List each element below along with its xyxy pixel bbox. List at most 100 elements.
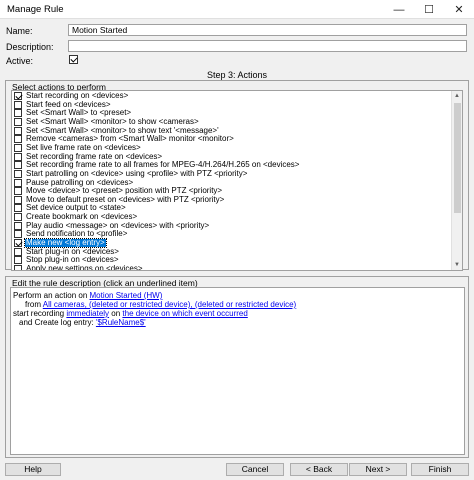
action-label: Set recording frame rate to all frames f… (26, 160, 300, 170)
back-button[interactable]: < Back (290, 463, 348, 476)
action-checkbox[interactable] (14, 221, 22, 230)
action-item[interactable]: Move to default preset on <devices> with… (12, 195, 225, 204)
action-checkbox[interactable] (14, 92, 22, 100)
action-item[interactable]: Apply new settings on <devices> (12, 264, 144, 271)
action-checkbox[interactable] (14, 204, 22, 213)
rule-line-3: start recording immediately on the devic… (13, 309, 462, 318)
scroll-thumb[interactable] (454, 103, 461, 213)
help-button[interactable]: Help (5, 463, 61, 476)
next-button[interactable]: Next > (349, 463, 407, 476)
log-entry-link[interactable]: '$RuleName$' (96, 318, 146, 327)
action-item[interactable]: Pause patrolling on <devices> (12, 178, 134, 187)
action-item[interactable]: Set live frame rate on <devices> (12, 142, 142, 152)
action-item[interactable]: Set <Smart Wall> <monitor> to show text … (12, 125, 220, 135)
action-item[interactable]: Set recording frame rate to all frames f… (12, 160, 300, 170)
rule-line-4-text: and Create log entry: (19, 318, 96, 327)
rule-line-2: from All cameras, (deleted or restricted… (13, 300, 462, 309)
rule-line-1-text: Perform an action on (13, 291, 90, 300)
action-checkbox[interactable] (14, 239, 22, 248)
actions-panel: Select actions to perform Apply new sett… (5, 80, 469, 271)
action-item[interactable]: Remove <cameras> from <Smart Wall> monit… (12, 134, 235, 144)
action-label: Start plug-in on <devices> (26, 246, 119, 256)
name-label: Name: (6, 26, 33, 36)
rule-description-box: Perform an action on Motion Started (HW)… (10, 287, 465, 455)
active-checkbox[interactable] (69, 55, 78, 64)
action-label: Set <Smart Wall> <monitor> to show <came… (26, 116, 199, 126)
rule-description-panel: Edit the rule description (click an unde… (5, 276, 469, 458)
minimize-icon: — (393, 3, 405, 16)
description-label: Description: (6, 42, 54, 52)
action-checkbox[interactable] (14, 256, 22, 265)
action-label: Send notification to <profile> (26, 229, 128, 239)
action-label: Set device output to <state> (26, 203, 126, 213)
action-label: Move <device> to <preset> position with … (26, 186, 223, 196)
action-item[interactable]: Start recording on <devices> (12, 92, 129, 100)
close-icon: ✕ (454, 4, 464, 16)
rule-line-3-mid: on (109, 309, 123, 318)
rule-line-3-text: start recording (13, 309, 67, 318)
action-checkbox[interactable] (14, 100, 22, 109)
action-checkbox[interactable] (14, 117, 22, 126)
action-checkbox[interactable] (14, 109, 22, 118)
immediately-link[interactable]: immediately (66, 309, 109, 318)
action-item[interactable]: Play audio <message> on <devices> with <… (12, 220, 210, 230)
action-label: Start feed on <devices> (26, 99, 111, 109)
action-checkbox[interactable] (14, 169, 22, 178)
rule-line-4: and Create log entry: '$RuleName$' (13, 318, 462, 327)
action-item[interactable]: Make new <log entry> (12, 238, 107, 249)
description-field[interactable] (68, 40, 467, 52)
action-label: Apply new settings on <devices> (26, 264, 143, 271)
cancel-button[interactable]: Cancel (226, 463, 284, 476)
action-item[interactable]: Stop plug-in on <devices> (12, 255, 120, 265)
action-checkbox[interactable] (14, 213, 22, 222)
action-label: Remove <cameras> from <Smart Wall> monit… (26, 134, 234, 144)
action-item[interactable]: Start plug-in on <devices> (12, 246, 120, 256)
minimize-button[interactable]: — (384, 0, 414, 19)
action-checkbox[interactable] (14, 265, 22, 270)
action-checkbox[interactable] (14, 247, 22, 256)
action-label: Set <Smart Wall> <monitor> to show text … (26, 125, 219, 135)
action-label: Set live frame rate on <devices> (26, 142, 141, 152)
action-checkbox[interactable] (14, 178, 22, 187)
finish-button[interactable]: Finish (411, 463, 469, 476)
action-label: Set recording frame rate on <devices> (26, 151, 163, 161)
action-item[interactable]: Start feed on <devices> (12, 99, 112, 109)
action-label: Play audio <message> on <devices> with <… (26, 220, 210, 230)
action-checkbox[interactable] (14, 195, 22, 204)
rule-line-1: Perform an action on Motion Started (HW) (13, 291, 462, 300)
action-item[interactable]: Send notification to <profile> (12, 229, 128, 239)
action-label: Set <Smart Wall> to <preset> (26, 108, 132, 118)
action-checkbox[interactable] (14, 126, 22, 135)
actions-list[interactable]: Apply new settings on <devices> Stop plug… (11, 90, 463, 271)
action-item[interactable]: Start patrolling on <device> using <prof… (12, 168, 248, 178)
action-item[interactable]: Set <Smart Wall> <monitor> to show <came… (12, 116, 200, 126)
action-item[interactable]: Set recording frame rate on <devices> (12, 151, 163, 161)
event-link[interactable]: Motion Started (HW) (89, 291, 162, 300)
action-checkbox[interactable] (14, 152, 22, 161)
action-label: Make new <log entry> (24, 238, 107, 249)
action-item[interactable]: Create bookmark on <devices> (12, 213, 138, 222)
actions-scrollbar[interactable]: ▲ ▼ (451, 91, 462, 270)
window-title: Manage Rule (7, 4, 64, 15)
maximize-button[interactable]: ☐ (414, 0, 444, 19)
action-item[interactable]: Set device output to <state> (12, 203, 127, 213)
action-checkbox[interactable] (14, 135, 22, 144)
action-item[interactable]: Set <Smart Wall> to <preset> (12, 108, 132, 118)
scroll-down-icon[interactable]: ▼ (452, 260, 462, 270)
scroll-up-icon[interactable]: ▲ (452, 91, 462, 101)
action-checkbox[interactable] (14, 230, 22, 239)
action-checkbox[interactable] (14, 187, 22, 196)
action-label: Stop plug-in on <devices> (26, 255, 119, 265)
close-button[interactable]: ✕ (444, 0, 474, 19)
action-label: Start recording on <devices> (26, 91, 129, 100)
action-item[interactable]: Move <device> to <preset> position with … (12, 186, 223, 196)
action-checkbox[interactable] (14, 143, 22, 152)
action-checkbox[interactable] (14, 161, 22, 170)
name-field[interactable]: Motion Started (68, 24, 467, 36)
event-device-link[interactable]: the device on which event occurred (122, 309, 247, 318)
maximize-icon: ☐ (424, 4, 434, 16)
action-label: Start patrolling on <device> using <prof… (26, 168, 248, 178)
devices-link[interactable]: All cameras, (deleted or restricted devi… (43, 300, 296, 309)
active-label: Active: (6, 56, 34, 66)
rule-line-2-text: from (25, 300, 43, 309)
